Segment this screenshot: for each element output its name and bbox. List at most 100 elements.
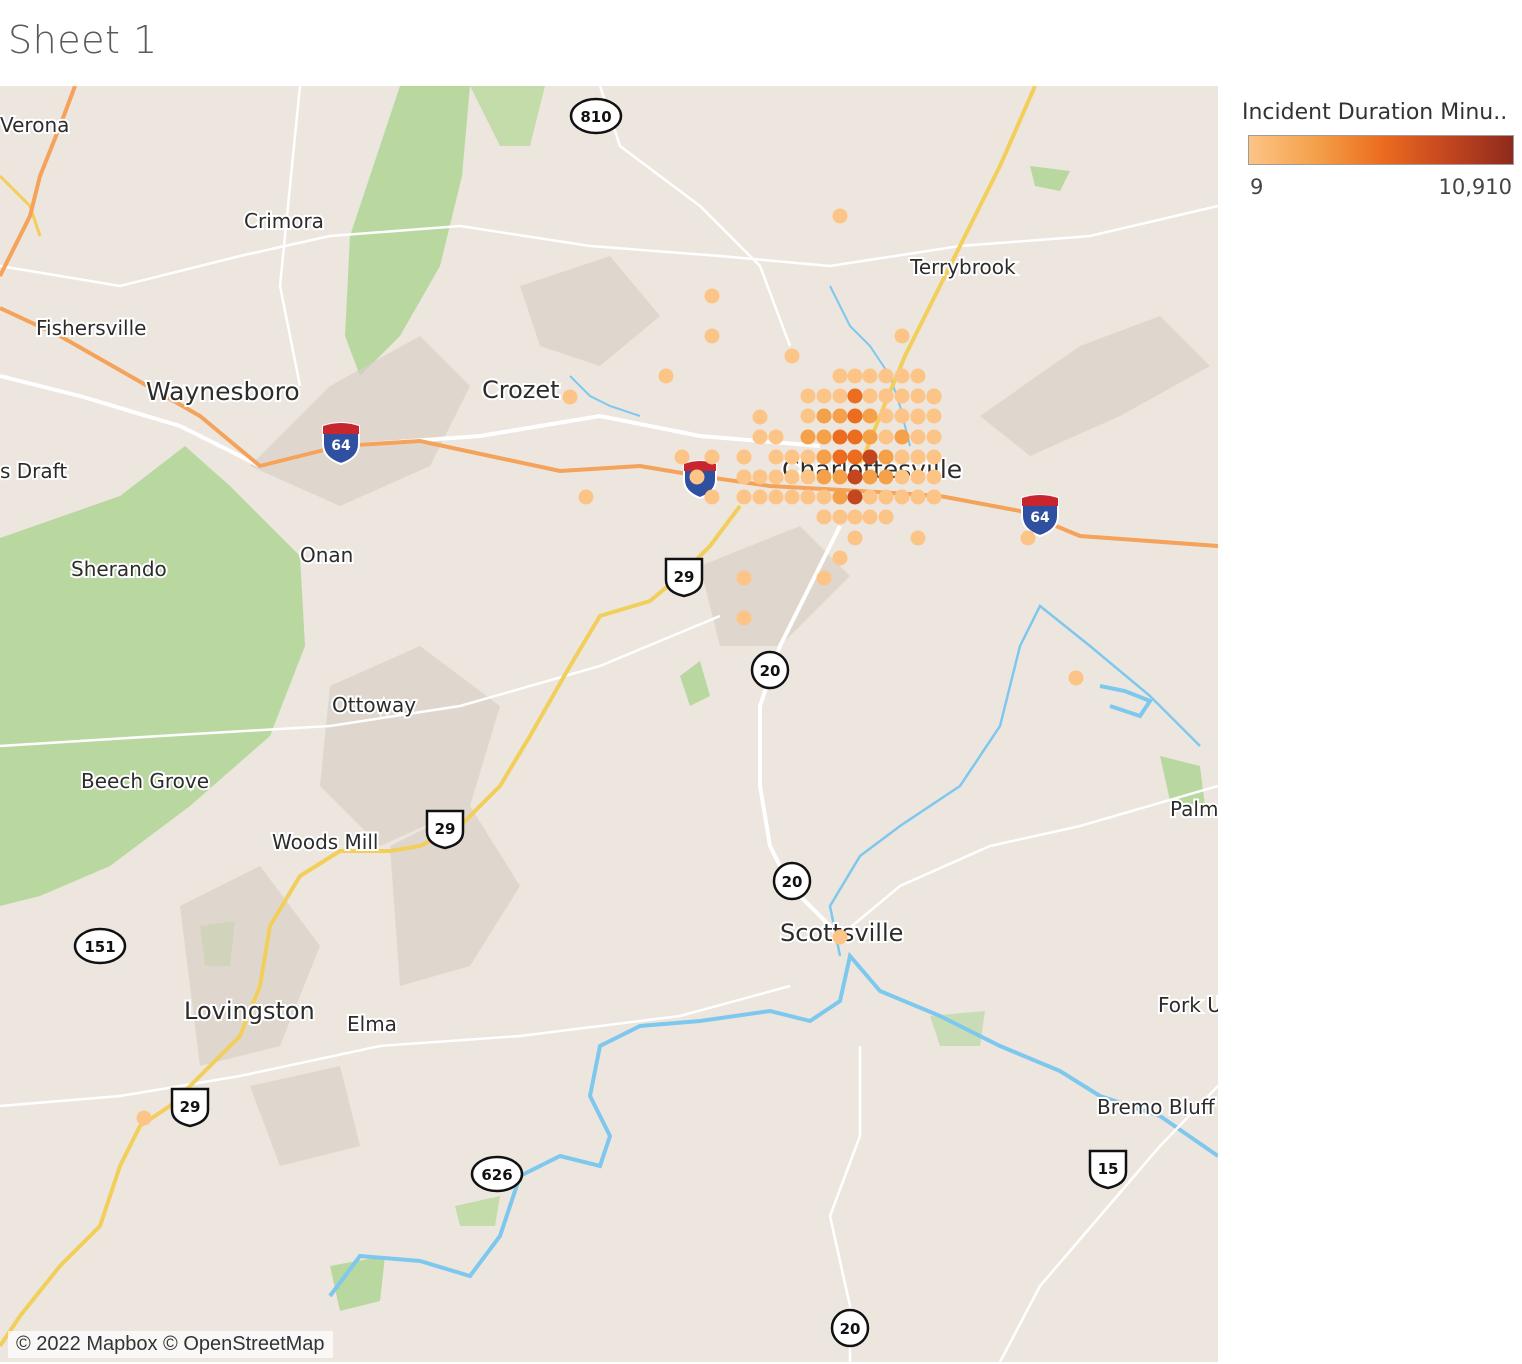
incident-mark[interactable] (894, 408, 910, 424)
incident-mark[interactable] (847, 509, 863, 525)
incident-mark[interactable] (910, 469, 926, 485)
incident-mark[interactable] (736, 570, 752, 586)
incident-mark[interactable] (910, 489, 926, 505)
incident-mark[interactable] (926, 429, 942, 445)
incident-mark[interactable] (847, 449, 863, 465)
incident-mark[interactable] (816, 408, 832, 424)
incident-mark[interactable] (136, 1110, 152, 1126)
incident-mark[interactable] (768, 469, 784, 485)
incident-mark[interactable] (768, 489, 784, 505)
incident-mark[interactable] (752, 489, 768, 505)
incident-mark[interactable] (878, 469, 894, 485)
incident-mark[interactable] (910, 449, 926, 465)
incident-mark[interactable] (1020, 530, 1036, 546)
incident-mark[interactable] (562, 389, 578, 405)
incident-mark[interactable] (847, 469, 863, 485)
incident-mark[interactable] (832, 368, 848, 384)
incident-mark[interactable] (800, 469, 816, 485)
incident-mark[interactable] (847, 408, 863, 424)
incident-mark[interactable] (832, 408, 848, 424)
incident-mark[interactable] (847, 388, 863, 404)
incident-mark[interactable] (704, 489, 720, 505)
incident-mark[interactable] (736, 489, 752, 505)
incident-mark[interactable] (832, 388, 848, 404)
incident-mark[interactable] (832, 509, 848, 525)
incident-mark[interactable] (784, 449, 800, 465)
incident-mark[interactable] (878, 489, 894, 505)
incident-mark[interactable] (704, 288, 720, 304)
incident-mark[interactable] (894, 449, 910, 465)
incident-mark[interactable] (894, 368, 910, 384)
incident-mark[interactable] (878, 388, 894, 404)
map-attribution[interactable]: © 2022 Mapbox © OpenStreetMap (8, 1331, 333, 1358)
incident-mark[interactable] (816, 429, 832, 445)
incident-mark[interactable] (926, 489, 942, 505)
incident-mark[interactable] (847, 489, 863, 505)
incident-mark[interactable] (910, 368, 926, 384)
incident-mark[interactable] (878, 509, 894, 525)
incident-mark[interactable] (832, 550, 848, 566)
incident-mark[interactable] (752, 429, 768, 445)
incident-mark[interactable] (1068, 670, 1084, 686)
incident-mark[interactable] (847, 429, 863, 445)
incident-mark[interactable] (832, 929, 848, 945)
incident-mark[interactable] (878, 429, 894, 445)
incident-mark[interactable] (862, 429, 878, 445)
incident-mark[interactable] (784, 489, 800, 505)
incident-mark[interactable] (862, 408, 878, 424)
incident-mark[interactable] (752, 469, 768, 485)
incident-mark[interactable] (910, 429, 926, 445)
incident-mark[interactable] (816, 509, 832, 525)
incident-mark[interactable] (832, 469, 848, 485)
incident-mark[interactable] (800, 388, 816, 404)
incident-mark[interactable] (878, 449, 894, 465)
incident-mark[interactable] (704, 328, 720, 344)
incident-mark[interactable] (752, 409, 768, 425)
incident-mark[interactable] (878, 368, 894, 384)
incident-mark[interactable] (784, 348, 800, 364)
incident-mark[interactable] (816, 449, 832, 465)
incident-mark[interactable] (910, 409, 926, 425)
incident-mark[interactable] (894, 328, 910, 344)
incident-mark[interactable] (832, 429, 848, 445)
incident-mark[interactable] (800, 449, 816, 465)
incident-mark[interactable] (578, 489, 594, 505)
incident-mark[interactable] (894, 469, 910, 485)
incident-mark[interactable] (832, 489, 848, 505)
incident-mark[interactable] (800, 429, 816, 445)
incident-mark[interactable] (816, 388, 832, 404)
incident-mark[interactable] (894, 489, 910, 505)
incident-mark[interactable] (832, 208, 848, 224)
incident-mark[interactable] (862, 509, 878, 525)
incident-mark[interactable] (832, 449, 848, 465)
incident-mark[interactable] (847, 368, 863, 384)
incident-mark[interactable] (862, 388, 878, 404)
incident-mark[interactable] (658, 368, 674, 384)
incident-mark[interactable] (768, 449, 784, 465)
incident-mark[interactable] (862, 489, 878, 505)
incident-mark[interactable] (894, 429, 910, 445)
incident-mark[interactable] (926, 449, 942, 465)
map-canvas[interactable]: Verona Crimora Fishersville Waynesboro C… (0, 86, 1218, 1362)
incident-mark[interactable] (816, 570, 832, 586)
incident-mark[interactable] (926, 389, 942, 405)
incident-mark[interactable] (800, 408, 816, 424)
incident-mark[interactable] (768, 429, 784, 445)
incident-mark[interactable] (847, 530, 863, 546)
incident-mark[interactable] (910, 388, 926, 404)
incident-mark[interactable] (704, 449, 720, 465)
incident-mark[interactable] (910, 530, 926, 546)
incident-mark[interactable] (800, 489, 816, 505)
incident-mark[interactable] (862, 368, 878, 384)
incident-mark[interactable] (674, 449, 690, 465)
incident-mark[interactable] (784, 469, 800, 485)
incident-mark[interactable] (862, 469, 878, 485)
incident-mark[interactable] (736, 449, 752, 465)
incident-mark[interactable] (736, 610, 752, 626)
incident-mark[interactable] (878, 408, 894, 424)
incident-mark[interactable] (689, 469, 705, 485)
incident-mark[interactable] (926, 469, 942, 485)
map-view[interactable]: Verona Crimora Fishersville Waynesboro C… (0, 86, 1218, 1362)
incident-mark[interactable] (816, 469, 832, 485)
incident-mark[interactable] (894, 388, 910, 404)
